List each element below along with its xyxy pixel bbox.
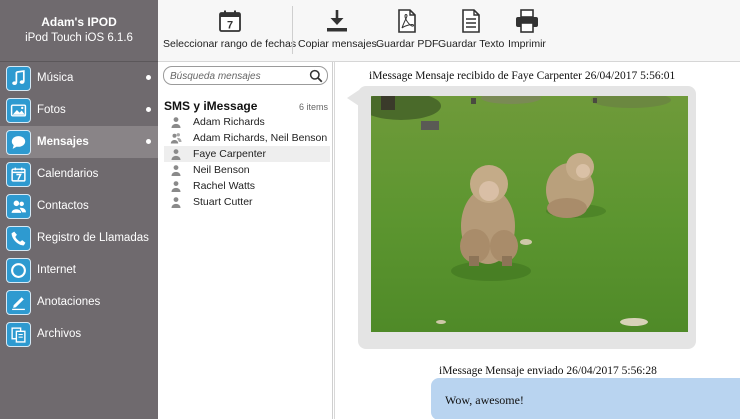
conversation-view: iMessage Mensaje recibido de Faye Carpen…	[334, 62, 740, 419]
contacts-icon	[6, 193, 31, 219]
sent-message-text: Wow, awesome!	[445, 393, 524, 407]
toolbar: 7 Seleccionar rango de fechas Copiar men…	[158, 0, 740, 62]
contact-name: Neil Benson	[193, 164, 250, 176]
sidebar-item-fotos[interactable]: Fotos	[0, 94, 158, 126]
sidebar-item-label: Calendarios	[37, 168, 99, 180]
person-icon	[171, 197, 181, 208]
contact-name: Adam Richards	[193, 116, 265, 128]
sidebar-item-mensajes[interactable]: Mensajes	[0, 126, 158, 158]
list-item[interactable]: Faye Carpenter	[164, 146, 330, 162]
list-item[interactable]: Rachel Watts	[164, 178, 330, 194]
sidebar-item-internet[interactable]: Internet	[0, 254, 158, 286]
sidebar-item-contactos[interactable]: Contactos	[0, 190, 158, 222]
sidebar-item-registro-llamadas[interactable]: Registro de Llamadas	[0, 222, 158, 254]
save-text-button[interactable]: Guardar Texto	[438, 8, 504, 50]
sidebar-item-label: Música	[37, 72, 74, 84]
section-count: 6 items	[298, 102, 328, 112]
save-pdf-button[interactable]: Guardar PDF	[376, 8, 438, 50]
sidebar-item-label: Mensajes	[37, 136, 89, 148]
toolbar-label: Guardar Texto	[438, 38, 505, 50]
group-icon	[170, 133, 182, 144]
list-item[interactable]: Adam Richards, Neil Benson	[164, 130, 330, 146]
print-button[interactable]: Imprimir	[508, 8, 546, 50]
monkeys-photo	[371, 96, 688, 332]
copy-messages-button[interactable]: Copiar mensajes	[298, 8, 377, 50]
status-dot	[146, 75, 151, 80]
section-header: SMS y iMessage 6 items	[164, 99, 328, 113]
person-icon	[171, 117, 181, 128]
received-message-meta: iMessage Mensaje recibido de Faye Carpen…	[369, 70, 676, 82]
bubble-tail	[347, 90, 359, 106]
sent-message-meta: iMessage Mensaje enviado 26/04/2017 5:56…	[439, 365, 657, 377]
device-header: Adam's IPOD iPod Touch iOS 6.1.6	[0, 0, 158, 62]
download-icon	[327, 10, 348, 32]
contact-name: Faye Carpenter	[193, 148, 266, 160]
printer-icon	[515, 9, 538, 33]
person-icon	[171, 181, 181, 192]
notes-icon	[6, 289, 31, 315]
sidebar-item-label: Contactos	[37, 200, 89, 212]
sidebar-item-label: Fotos	[37, 104, 66, 116]
search-icon[interactable]	[309, 69, 323, 83]
list-item[interactable]: Neil Benson	[164, 162, 330, 178]
files-icon	[6, 321, 31, 347]
music-icon	[6, 65, 31, 91]
toolbar-separator	[292, 6, 293, 54]
device-model: iPod Touch iOS 6.1.6	[25, 32, 133, 44]
contact-name: Rachel Watts	[193, 180, 256, 192]
toolbar-label: Seleccionar rango de fechas	[163, 38, 297, 50]
sidebar-item-calendarios[interactable]: Calendarios	[0, 158, 158, 190]
sidebar-item-anotaciones[interactable]: Anotaciones	[0, 286, 158, 318]
phone-icon	[6, 225, 31, 251]
toolbar-label: Copiar mensajes	[298, 38, 377, 50]
calendar-icon	[6, 161, 31, 187]
search-input[interactable]	[170, 69, 305, 83]
contact-name: Adam Richards, Neil Benson	[193, 132, 328, 144]
conversation-list-panel: SMS y iMessage 6 items Adam Richards Ada…	[158, 62, 333, 419]
sidebar-item-label: Archivos	[37, 328, 82, 340]
internet-icon	[6, 257, 31, 283]
sidebar-item-label: Registro de Llamadas	[37, 232, 149, 244]
svg-text:7: 7	[226, 20, 232, 32]
list-item[interactable]: Stuart Cutter	[164, 194, 330, 210]
person-icon	[171, 165, 181, 176]
device-name: Adam's IPOD	[41, 15, 117, 29]
person-icon	[171, 149, 181, 160]
select-date-range-button[interactable]: 7 Seleccionar rango de fechas	[163, 8, 296, 50]
messages-icon	[6, 129, 31, 155]
message-photo[interactable]	[371, 96, 688, 332]
sent-message-bubble: Wow, awesome!	[431, 378, 740, 419]
sidebar-item-label: Anotaciones	[37, 296, 101, 308]
sidebar-item-label: Internet	[37, 264, 76, 276]
contact-name: Stuart Cutter	[193, 196, 253, 208]
photos-icon	[6, 97, 31, 123]
toolbar-label: Imprimir	[508, 38, 546, 50]
status-dot	[146, 107, 151, 112]
sidebar-item-archivos[interactable]: Archivos	[0, 318, 158, 350]
status-dot	[146, 139, 151, 144]
received-message-bubble	[347, 86, 696, 349]
calendar-icon: 7	[218, 10, 241, 32]
list-item[interactable]: Adam Richards	[164, 114, 330, 130]
section-title: SMS y iMessage	[164, 99, 258, 113]
text-document-icon	[462, 9, 480, 33]
sidebar: Adam's IPOD iPod Touch iOS 6.1.6 Música …	[0, 0, 158, 419]
contact-list: Adam Richards Adam Richards, Neil Benson…	[164, 114, 330, 210]
pdf-icon	[398, 9, 417, 33]
sidebar-item-musica[interactable]: Música	[0, 62, 158, 94]
toolbar-label: Guardar PDF	[376, 38, 439, 50]
search-box	[163, 66, 328, 85]
